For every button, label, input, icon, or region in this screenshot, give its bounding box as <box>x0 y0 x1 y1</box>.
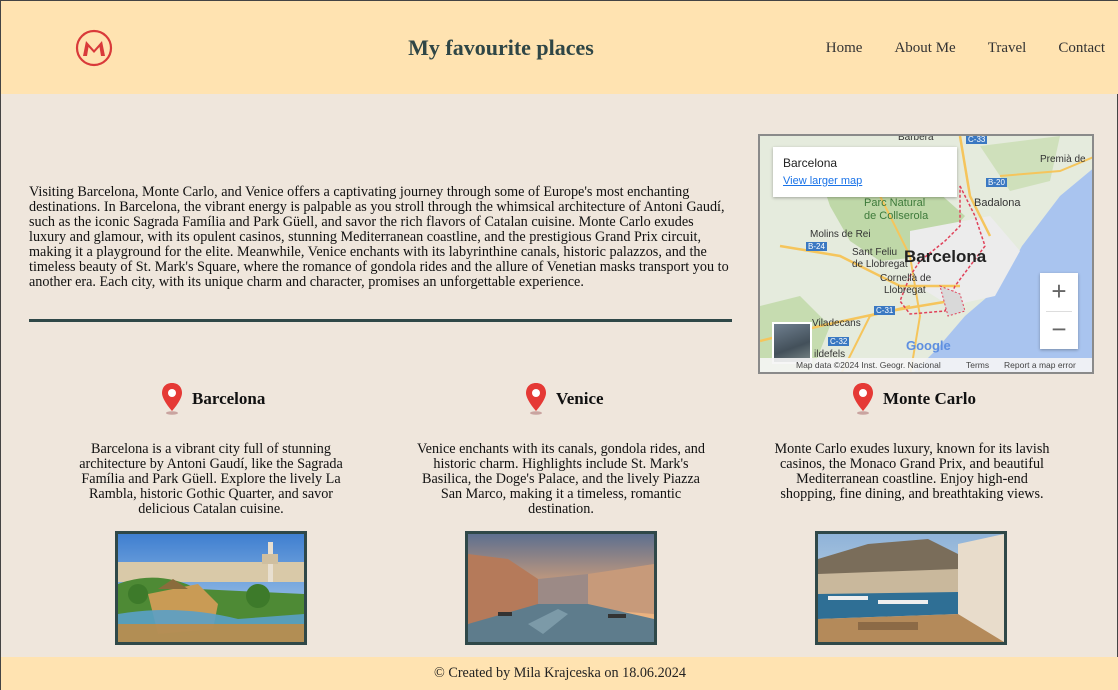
main-nav: Home About Me Travel Contact <box>794 40 1105 57</box>
map-place-card: Barcelona View larger map <box>773 147 957 197</box>
nav-home-link[interactable]: Home <box>826 40 863 57</box>
city-heading-monte-carlo: Monte Carlo <box>852 381 976 417</box>
barcelona-photo <box>115 531 307 645</box>
view-larger-map-link[interactable]: View larger map <box>783 175 862 187</box>
map-label: de Collserola <box>864 210 929 222</box>
map-road-label: C-33 <box>966 135 988 144</box>
city-heading-barcelona: Barcelona <box>161 381 265 417</box>
city-description-barcelona: Barcelona is a vibrant city full of stun… <box>79 441 343 517</box>
nav-about-link[interactable]: About Me <box>894 40 955 57</box>
map-label: Parc Natural <box>864 197 926 209</box>
zoom-out-button[interactable]: − <box>1040 311 1078 349</box>
city-name: Venice <box>556 389 604 408</box>
city-heading-venice: Venice <box>525 381 604 417</box>
map-road-label: B-20 <box>986 178 1007 187</box>
location-pin-icon <box>526 383 546 415</box>
location-pin-icon <box>162 383 182 415</box>
zoom-in-button[interactable]: + <box>1040 273 1078 311</box>
report-map-error-link[interactable]: Report a map error <box>1004 360 1076 370</box>
map-label: Viladecans <box>812 318 861 329</box>
map-label: Molins de Rei <box>810 229 871 240</box>
map-place-title: Barcelona <box>783 156 838 170</box>
map-label: Cornellà de <box>880 273 932 284</box>
map-label: Llobregat <box>884 285 926 296</box>
city-description-venice: Venice enchants with its canals, gondola… <box>416 441 705 517</box>
nav-travel-link[interactable]: Travel <box>988 40 1027 57</box>
map-attribution: Map data ©2024 Inst. Geogr. Nacional <box>796 360 941 370</box>
site-header: My favourite places Home About Me Travel… <box>1 1 1118 94</box>
embedded-map[interactable]: Barbera C-33 Premià de B-20 Badalona Par… <box>758 134 1094 374</box>
site-footer: © Created by Mila Krajceska on 18.06.202… <box>1 657 1118 690</box>
map-attribution-bar: Map data ©2024 Inst. Geogr. Nacional Ter… <box>760 358 1092 372</box>
map-label: Sant Feliu <box>852 247 898 258</box>
map-zoom-controls: + − <box>1040 273 1078 349</box>
section-divider <box>29 319 732 322</box>
location-pin-icon <box>853 383 873 415</box>
google-logo: Google <box>906 338 951 353</box>
city-name: Barcelona <box>192 389 266 408</box>
map-road-label: B-24 <box>806 242 827 251</box>
map-terms-link[interactable]: Terms <box>966 360 989 370</box>
nav-contact-link[interactable]: Contact <box>1058 40 1105 57</box>
map-label: Premià de <box>1040 154 1086 165</box>
monte-carlo-photo <box>815 531 1007 645</box>
map-label: Barbera <box>898 134 934 143</box>
intro-paragraph: Visiting Barcelona, Monte Carlo, and Ven… <box>29 184 729 290</box>
city-name: Monte Carlo <box>883 389 977 408</box>
venice-photo <box>465 531 657 645</box>
zoom-separator <box>1046 311 1072 312</box>
map-road-label: C-32 <box>828 337 850 346</box>
map-label: Badalona <box>974 197 1021 209</box>
map-road-label: C-31 <box>874 306 896 315</box>
map-city-label: Barcelona <box>904 247 987 266</box>
footer-credit: © Created by Mila Krajceska on 18.06.202… <box>434 665 686 681</box>
city-description-monte-carlo: Monte Carlo exudes luxury, known for its… <box>774 441 1050 502</box>
map-label: de Llobregat <box>852 259 908 270</box>
